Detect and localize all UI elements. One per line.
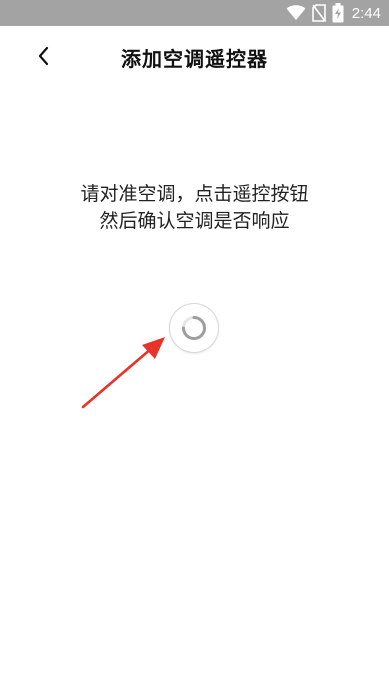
instruction-text: 请对准空调，点击遥控按钮 然后确认空调是否响应 (0, 181, 389, 235)
status-bar: 2:44 (0, 0, 389, 26)
title-bar: 添加空调遥控器 (0, 26, 389, 86)
status-icons: 2:44 (286, 3, 381, 23)
remote-button[interactable] (170, 304, 218, 352)
status-time: 2:44 (351, 4, 381, 22)
page-title: 添加空调遥控器 (121, 47, 268, 71)
instruction-line-1: 请对准空调，点击遥控按钮 (80, 183, 309, 205)
no-sim-icon (311, 4, 326, 22)
wifi-icon (286, 5, 306, 20)
pointer-arrow (81, 337, 165, 409)
loading-spinner-icon (182, 316, 206, 340)
battery-charging-icon (332, 3, 344, 23)
instruction-line-2: 然后确认空调是否响应 (99, 210, 290, 232)
